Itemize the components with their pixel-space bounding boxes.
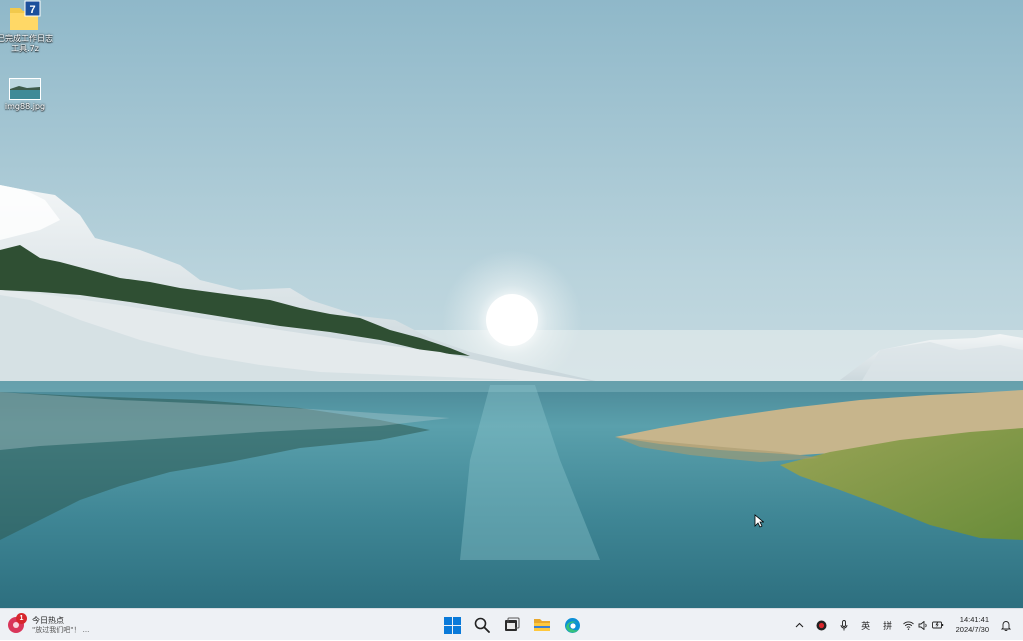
clock[interactable]: 14:41:41 2024/7/30: [948, 609, 995, 641]
clock-time: 14:41:41: [959, 615, 989, 624]
desktop-icon-label: img88.jpg: [4, 102, 46, 111]
microphone-icon: [840, 619, 848, 630]
chevron-up-icon: [795, 622, 804, 628]
microphone-button[interactable]: [833, 609, 855, 641]
notifications-button[interactable]: [995, 609, 1023, 641]
news-title: 今日热点: [32, 615, 64, 625]
system-tray: 英 拼 14:41:41 2024/7/30: [789, 609, 1023, 641]
tray-app-button[interactable]: [811, 609, 833, 641]
search-button[interactable]: [470, 613, 494, 637]
desktop-icon-label: 已完成工作日志工具.7z: [0, 34, 53, 53]
desktop-icon-archive[interactable]: 7 已完成工作日志工具.7z: [0, 0, 53, 54]
edge-button[interactable]: [560, 613, 584, 637]
task-view-button[interactable]: [500, 613, 524, 637]
battery-icon: [931, 621, 943, 629]
mouse-cursor-icon: [754, 514, 764, 528]
wifi-icon: [902, 620, 914, 630]
desktop-wallpaper: [0, 0, 1023, 608]
edge-icon: [564, 617, 580, 633]
news-subtitle: "放过我们吧"！ ...: [32, 625, 90, 634]
image-file-icon: [9, 78, 41, 100]
task-view-icon: [505, 617, 520, 631]
news-avatar-icon: 1: [8, 613, 27, 633]
volume-icon: [918, 620, 927, 630]
ime-language-button[interactable]: 英: [855, 609, 877, 641]
news-widget[interactable]: 1 今日热点 "放过我们吧"！ ...: [8, 612, 89, 638]
windows-logo-icon: [443, 616, 461, 634]
desktop-icon-image[interactable]: img88.jpg: [0, 78, 53, 112]
notification-badge: 1: [16, 613, 27, 624]
svg-text:7: 7: [29, 4, 35, 16]
bell-icon: [1001, 620, 1011, 631]
search-icon: [474, 617, 490, 633]
start-button[interactable]: [440, 613, 464, 637]
clock-date: 2024/7/30: [955, 625, 989, 634]
7zip-archive-icon: 7: [10, 0, 41, 30]
file-explorer-button[interactable]: [530, 613, 554, 637]
tray-app-icon: [816, 620, 827, 630]
quick-settings-button[interactable]: [899, 609, 948, 641]
folder-icon: [534, 619, 550, 631]
ime-mode-button[interactable]: 拼: [877, 609, 899, 641]
show-hidden-icons-button[interactable]: [789, 609, 811, 641]
taskbar: 1 今日热点 "放过我们吧"！ ... 英 拼 14:41:41 2024/7/…: [0, 608, 1023, 640]
taskbar-apps: [440, 612, 584, 638]
